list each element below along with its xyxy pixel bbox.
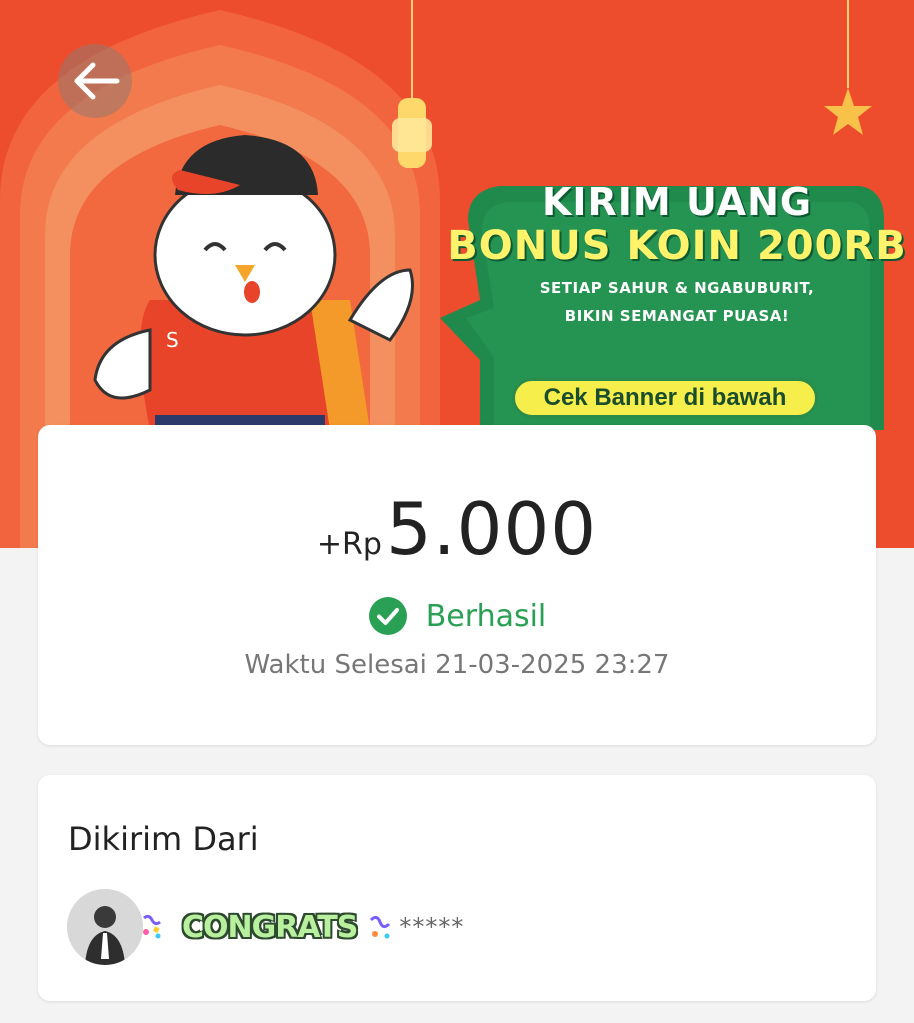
promo-subtitle-line2: BIKIN SEMANGAT PUASA! — [564, 307, 790, 325]
transfer-detail-screen: S KIRIM UANG BONUS KOIN 200RB SETIAP SAH… — [0, 0, 914, 1023]
confetti-icon — [370, 915, 391, 939]
promo-cta-button[interactable]: Cek Banner di bawah — [512, 378, 818, 418]
check-circle-icon — [368, 597, 407, 635]
congrats-sticker: CONGRATS — [182, 909, 358, 945]
status-label: Berhasil — [425, 598, 547, 634]
sender-name-row: CONGRATS ***** — [140, 904, 464, 950]
promo-title-line2: BONUS KOIN 200RB — [447, 223, 907, 269]
back-button[interactable] — [58, 44, 132, 118]
arrow-left-icon — [74, 62, 120, 100]
avatar-image — [67, 889, 143, 965]
avatar — [67, 889, 143, 965]
sender-section-title: Dikirim Dari — [68, 820, 259, 858]
confetti-icon — [143, 914, 161, 939]
sender-card — [38, 775, 876, 1001]
transaction-summary-card — [38, 425, 876, 745]
promo-subtitle-line1: SETIAP SAHUR & NGABUBURIT, — [539, 279, 815, 297]
status-row: Berhasil — [0, 596, 914, 636]
amount-prefix: +Rp — [316, 527, 382, 562]
amount-display: +Rp 5.000 — [0, 487, 914, 571]
sender-masked-name: ***** — [399, 913, 465, 941]
promo-text-block: KIRIM UANG BONUS KOIN 200RB SETIAP SAHUR… — [440, 180, 914, 330]
completed-time: Waktu Selesai 21-03-2025 23:27 — [244, 650, 670, 680]
amount-value: 5.000 — [385, 487, 598, 571]
promo-title-line1: KIRIM UANG — [541, 180, 813, 224]
mascot-badge: S — [166, 328, 179, 352]
